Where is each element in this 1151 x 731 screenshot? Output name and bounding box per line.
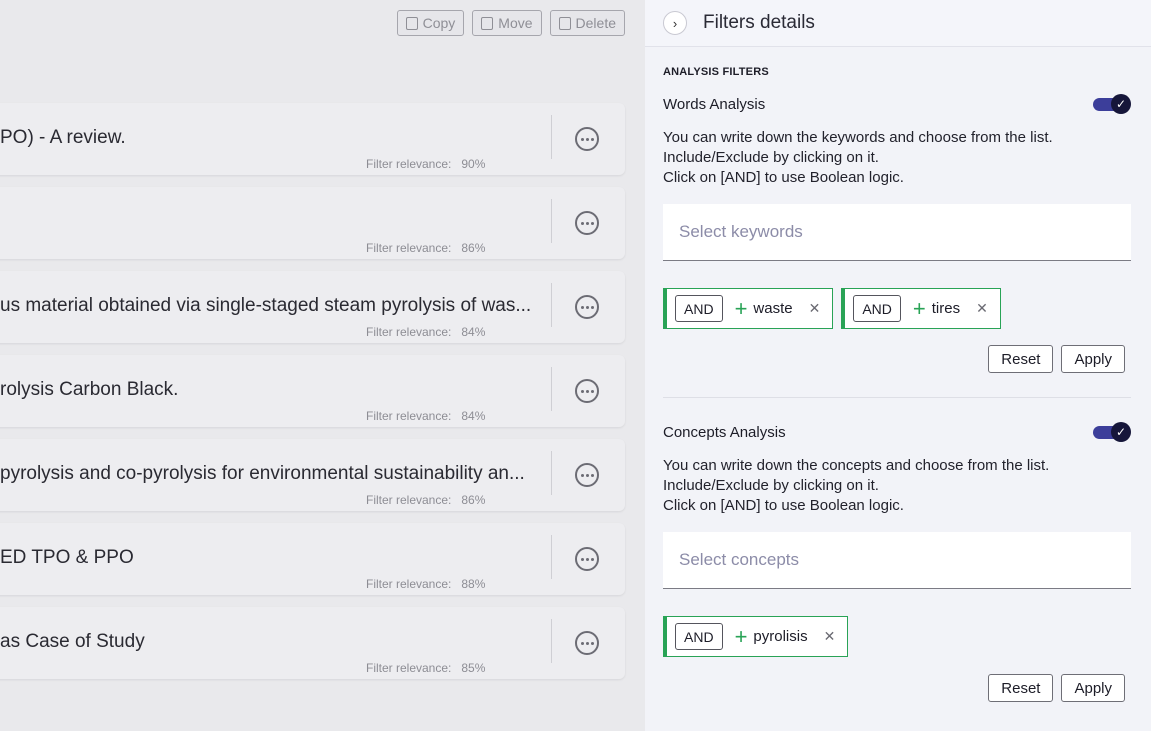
concepts-placeholder: Select concepts <box>679 550 800 569</box>
boolean-and-button[interactable]: AND <box>675 623 723 650</box>
move-button[interactable]: Move <box>472 10 542 36</box>
result-title: PO) - A review. <box>0 127 126 148</box>
keyword-chip[interactable]: AND + tires ✕ <box>841 288 1001 329</box>
concepts-reset-button[interactable]: Reset <box>988 674 1054 702</box>
row-divider <box>551 199 552 243</box>
words-reset-button[interactable]: Reset <box>988 345 1054 373</box>
results-area: Copy Move Delete PO) - A review. Filter … <box>0 0 645 731</box>
concepts-select[interactable]: Select concepts <box>663 532 1131 589</box>
remove-chip-icon[interactable]: ✕ <box>809 300 821 317</box>
words-analysis-title: Words Analysis <box>663 95 766 113</box>
keywords-placeholder: Select keywords <box>679 222 803 241</box>
copy-button[interactable]: Copy <box>396 10 465 36</box>
words-actions: Reset Apply <box>663 345 1131 373</box>
chip-keyword: tires <box>931 300 961 317</box>
copy-icon <box>405 16 418 30</box>
more-options-icon[interactable] <box>575 211 599 235</box>
chip-keyword: waste <box>753 300 793 317</box>
result-relevance: Filter relevance: 84% <box>366 409 486 423</box>
check-icon: ✓ <box>1111 94 1131 114</box>
result-row[interactable]: ED TPO & PPO Filter relevance: 88% <box>0 523 625 595</box>
more-options-icon[interactable] <box>575 547 599 571</box>
result-row[interactable]: as Case of Study Filter relevance: 85% <box>0 607 625 679</box>
result-title: ED TPO & PPO <box>0 547 134 568</box>
result-row[interactable]: Filter relevance: 86% <box>0 187 625 259</box>
include-plus-icon[interactable]: + <box>735 625 748 648</box>
keyword-chip[interactable]: AND + waste ✕ <box>663 288 834 329</box>
boolean-and-button[interactable]: AND <box>853 295 901 322</box>
concepts-help-text: You can write down the concepts and choo… <box>663 457 1050 514</box>
include-plus-icon[interactable]: + <box>735 297 748 320</box>
move-label: Move <box>498 15 533 31</box>
copy-label: Copy <box>422 15 456 31</box>
row-divider <box>551 535 552 579</box>
row-divider <box>551 451 552 495</box>
concepts-analysis-toggle[interactable]: ✓ <box>1093 422 1131 442</box>
include-plus-icon[interactable]: + <box>913 297 926 320</box>
result-row[interactable]: rolysis Carbon Black. Filter relevance: 8… <box>0 355 625 427</box>
result-relevance: Filter relevance: 88% <box>366 577 486 591</box>
more-options-icon[interactable] <box>575 295 599 319</box>
result-relevance: Filter relevance: 86% <box>366 493 486 507</box>
concept-chips: AND + pyrolisis ✕ <box>663 616 1131 657</box>
row-divider <box>551 619 552 663</box>
boolean-and-button[interactable]: AND <box>675 295 723 322</box>
collapse-panel-button[interactable]: › <box>663 11 687 35</box>
more-options-icon[interactable] <box>575 463 599 487</box>
words-help-text: You can write down the keywords and choo… <box>663 129 1053 186</box>
row-divider <box>551 283 552 327</box>
section-label: ANALYSIS FILTERS <box>663 66 769 78</box>
row-divider <box>551 115 552 159</box>
result-row[interactable]: PO) - A review. Filter relevance: 90% <box>0 103 625 175</box>
remove-chip-icon[interactable]: ✕ <box>824 628 836 645</box>
keyword-chips: AND + waste ✕ AND + tires ✕ <box>663 288 1131 329</box>
words-analysis-toggle[interactable]: ✓ <box>1093 94 1131 114</box>
words-analysis-header: Words Analysis ✓ <box>663 92 1131 116</box>
result-relevance: Filter relevance: 86% <box>366 241 486 255</box>
trash-icon <box>558 16 571 30</box>
move-icon <box>481 16 494 30</box>
words-apply-button[interactable]: Apply <box>1061 345 1125 373</box>
result-title: as Case of Study <box>0 631 145 652</box>
concepts-analysis-header: Concepts Analysis ✓ <box>663 420 1131 444</box>
concepts-apply-button[interactable]: Apply <box>1061 674 1125 702</box>
concepts-actions: Reset Apply <box>663 674 1131 702</box>
result-title: pyrolysis and co-pyrolysis for environme… <box>0 463 525 484</box>
result-row[interactable]: pyrolysis and co-pyrolysis for environme… <box>0 439 625 511</box>
more-options-icon[interactable] <box>575 127 599 151</box>
result-relevance: Filter relevance: 85% <box>366 661 486 675</box>
keywords-select[interactable]: Select keywords <box>663 204 1131 261</box>
result-title: rolysis Carbon Black. <box>0 379 179 400</box>
result-row[interactable]: us material obtained via single-staged s… <box>0 271 625 343</box>
chip-concept: pyrolisis <box>753 628 808 645</box>
result-relevance: Filter relevance: 84% <box>366 325 486 339</box>
filters-panel: › Filters details ANALYSIS FILTERS Words… <box>645 0 1151 731</box>
concept-chip[interactable]: AND + pyrolisis ✕ <box>663 616 849 657</box>
panel-title: Filters details <box>703 12 815 33</box>
row-divider <box>551 367 552 411</box>
check-icon: ✓ <box>1111 422 1131 442</box>
result-relevance: Filter relevance: 90% <box>366 157 486 171</box>
section-divider <box>663 397 1131 398</box>
more-options-icon[interactable] <box>575 379 599 403</box>
bulk-toolbar: Copy Move Delete <box>396 10 625 36</box>
panel-header: › Filters details <box>645 0 1151 47</box>
concepts-analysis-title: Concepts Analysis <box>663 423 786 441</box>
result-title: us material obtained via single-staged s… <box>0 295 532 316</box>
more-options-icon[interactable] <box>575 631 599 655</box>
delete-button[interactable]: Delete <box>549 10 625 36</box>
chevron-right-icon: › <box>672 15 678 31</box>
remove-chip-icon[interactable]: ✕ <box>976 300 988 317</box>
delete-label: Delete <box>575 15 616 31</box>
